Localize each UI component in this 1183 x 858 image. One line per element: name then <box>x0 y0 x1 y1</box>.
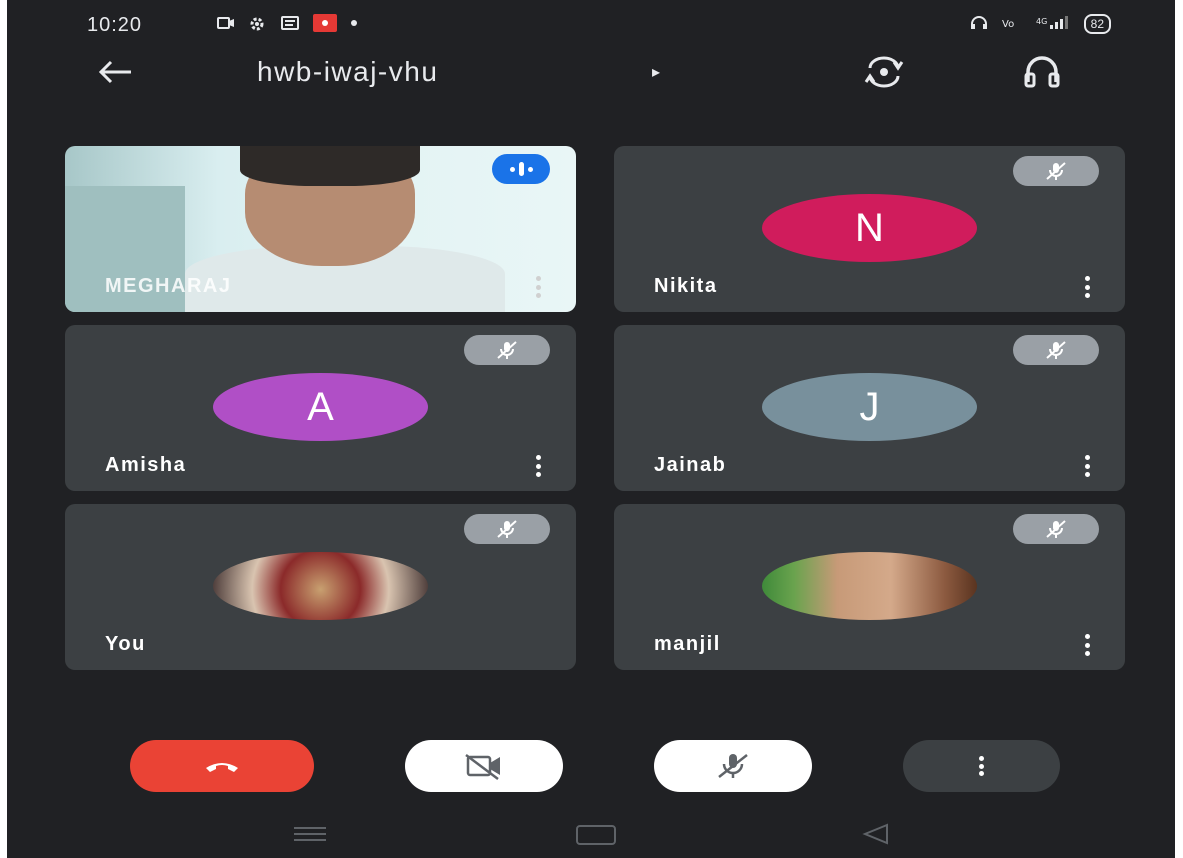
switch-camera-icon[interactable] <box>862 52 906 92</box>
status-icons-left <box>217 14 357 32</box>
end-call-button[interactable] <box>130 740 314 792</box>
participant-tile[interactable]: J Jainab <box>614 325 1125 491</box>
more-options-icon[interactable] <box>1083 455 1091 477</box>
status-time: 10:20 <box>87 14 143 36</box>
back-triangle-icon[interactable] <box>857 822 897 846</box>
audio-output-headphones-icon[interactable] <box>1020 52 1064 92</box>
more-vertical-icon <box>979 756 985 776</box>
participant-tile-self[interactable]: You <box>65 504 576 670</box>
participant-name: Nikita <box>654 275 718 297</box>
participant-name: You <box>105 633 146 655</box>
avatar-initial: J <box>762 373 977 441</box>
status-bar: 10:20 Vo 4G 82 <box>7 0 1175 50</box>
recent-apps-icon[interactable] <box>290 824 330 844</box>
mic-muted-icon <box>1013 514 1099 544</box>
mic-muted-icon <box>464 335 550 365</box>
settings-gear-icon <box>249 16 267 31</box>
call-top-bar: hwb-iwaj-vhu ▸ <box>7 50 1175 98</box>
participant-tile-video[interactable]: MEGHARAJ <box>65 146 576 312</box>
notification-dot-icon <box>351 20 357 26</box>
meeting-details-caret-icon[interactable]: ▸ <box>652 62 660 82</box>
participant-tile[interactable]: A Amisha <box>65 325 576 491</box>
participant-tile[interactable]: N Nikita <box>614 146 1125 312</box>
participant-name: manjil <box>654 633 721 655</box>
status-icons-right: Vo 4G 82 <box>970 14 1111 34</box>
volte-icon: Vo <box>1002 16 1022 33</box>
participant-name: MEGHARAJ <box>105 275 232 297</box>
more-options-button[interactable] <box>903 740 1060 792</box>
battery-indicator: 82 <box>1083 14 1111 34</box>
avatar-photo <box>762 552 977 620</box>
avatar-initial: A <box>213 373 428 441</box>
mic-muted-icon <box>1013 156 1099 186</box>
camera-toggle-button[interactable] <box>405 740 563 792</box>
meeting-code-title[interactable]: hwb-iwaj-vhu <box>257 56 438 88</box>
mic-muted-icon <box>1013 335 1099 365</box>
more-options-icon[interactable] <box>534 455 542 477</box>
svg-text:Vo: Vo <box>1002 19 1014 30</box>
more-options-icon[interactable] <box>534 276 542 298</box>
signal-icon: 4G <box>1036 15 1070 33</box>
screen-record-icon <box>313 14 337 32</box>
speaking-indicator-icon <box>492 154 550 184</box>
participant-tile[interactable]: manjil <box>614 504 1125 670</box>
participant-name: Amisha <box>105 454 187 476</box>
mic-off-icon <box>718 754 748 778</box>
more-options-icon[interactable] <box>1083 276 1091 298</box>
back-arrow-icon[interactable] <box>95 54 135 90</box>
mic-muted-icon <box>464 514 550 544</box>
video-person-hair <box>240 146 420 186</box>
headset-status-icon <box>970 15 988 33</box>
hang-up-icon <box>206 763 238 772</box>
svg-text:4G: 4G <box>1036 17 1047 26</box>
message-icon <box>281 16 299 30</box>
participant-name: Jainab <box>654 454 727 476</box>
avatar-initial: N <box>762 194 977 262</box>
microphone-toggle-button[interactable] <box>654 740 812 792</box>
avatar-photo <box>213 552 428 620</box>
system-navigation-bar <box>7 812 1175 858</box>
screen-cast-icon <box>217 16 235 30</box>
meet-call-screen: 10:20 Vo 4G 82 hwb-iwaj-vhu ▸ MEGHARAJ N… <box>7 0 1175 858</box>
home-icon[interactable] <box>576 825 616 845</box>
camera-off-icon <box>465 754 500 780</box>
more-options-icon[interactable] <box>1083 634 1091 656</box>
